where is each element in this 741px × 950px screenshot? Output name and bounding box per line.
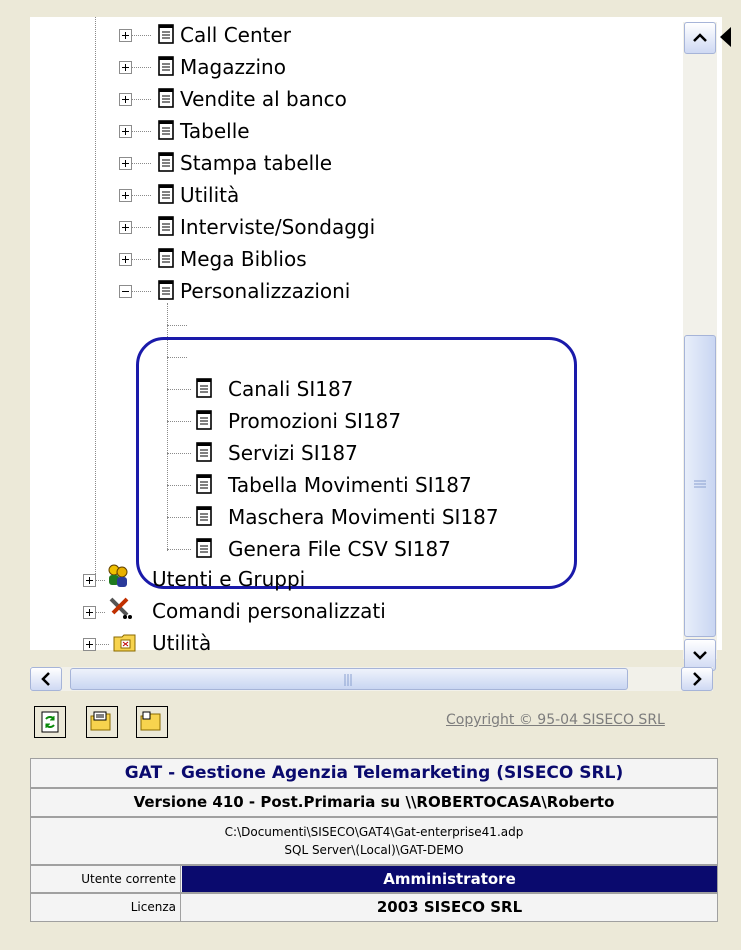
collapse-pane-arrow-icon[interactable] [720,27,731,47]
app-title: GAT - Gestione Agenzia Telemarketing (SI… [30,758,718,788]
license-row: Licenza 2003 SISECO SRL [30,893,718,922]
users-icon [108,564,128,587]
tree-connector [95,17,96,582]
current-user-row: Utente corrente Amministratore [30,865,718,893]
tree-item-label: Magazzino [180,55,286,79]
tree-connector [131,163,151,164]
refresh-icon [41,711,59,733]
tree-connector [95,644,109,645]
grip-icon [344,674,352,686]
tree-item-label: Call Center [180,23,292,47]
form-icon [196,378,212,398]
tree-connector [131,227,151,228]
tree-connector [95,580,105,581]
vertical-scrollbar[interactable] [683,22,717,671]
open-folder-icon [90,711,111,731]
form-icon [158,120,174,140]
version-text: Versione 410 - Post.Primaria su \\ROBERT… [30,788,718,817]
tree-item-label: Utilità [152,631,212,655]
tree-connector [167,549,191,550]
user-label: Utente corrente [31,866,181,892]
tree-connector [131,131,151,132]
user-value: Amministratore [182,866,717,892]
database-path: C:\Documenti\SISECO\GAT4\Gat-enterprise4… [30,817,718,865]
chevron-up-icon [693,33,707,42]
tree-item-label: Promozioni SI187 [228,409,402,433]
form-icon [158,56,174,76]
scroll-right-button[interactable] [681,667,713,691]
refresh-button[interactable] [34,706,66,738]
tree-item-label: Canali SI187 [228,377,354,401]
chevron-left-icon [41,672,50,686]
vertical-scroll-thumb[interactable] [684,335,716,637]
tree-connector [167,389,191,390]
tree-item-label: Stampa tabelle [180,151,333,175]
folder-icon [140,711,161,731]
tree-item-label: Utilità [180,183,240,207]
tree-connector [167,453,191,454]
expand-all-button[interactable] [86,706,118,738]
form-icon [196,506,212,526]
scroll-up-button[interactable] [684,22,716,54]
tree-item-label: Servizi SI187 [228,441,358,465]
tree-connector [131,67,151,68]
tree-item-label: Vendite al banco [180,87,347,111]
form-icon [158,248,174,268]
tree-connector [167,421,191,422]
tree-connector [95,612,105,613]
tree-connector [167,517,191,518]
tree-item-label: Utenti e Gruppi [152,567,306,591]
tree-connector [131,35,151,36]
chevron-down-icon [693,651,707,660]
tree-connector [131,259,151,260]
horizontal-scrollbar[interactable] [30,667,713,691]
server-line: SQL Server\(Local)\GAT-DEMO [284,843,464,857]
tree-item-label: Personalizzazioni [180,279,351,303]
form-icon [196,442,212,462]
form-icon [158,216,174,236]
tree-item-label: Maschera Movimenti SI187 [228,505,499,529]
copyright-link[interactable]: Copyright © 95-04 SISECO SRL [446,712,665,728]
folder-icon [113,634,136,652]
form-icon [196,474,212,494]
tree-connector [131,195,151,196]
tree-connector [167,485,191,486]
license-value: 2003 SISECO SRL [376,898,523,916]
license-label: Licenza [31,894,181,921]
grip-icon [694,480,706,488]
tree-item-label: Tabella Movimenti SI187 [228,473,472,497]
form-icon [158,184,174,204]
tree-connector [131,291,151,292]
horizontal-scroll-thumb[interactable] [70,668,628,690]
form-icon [158,88,174,108]
chevron-right-icon [693,672,702,686]
tree-connector [167,325,187,326]
tools-icon [109,597,132,619]
scroll-left-button[interactable] [30,667,62,691]
tree-item-label: Mega Biblios [180,247,307,271]
collapse-all-button[interactable] [136,706,168,738]
tree-item-label: Tabelle [180,119,250,143]
tree-panel: Call Center Magazzino Vendite al banco T… [30,17,722,655]
form-icon [196,410,212,430]
form-icon [196,538,212,558]
form-icon [158,24,174,44]
form-icon [158,152,174,172]
tree-item-label: Comandi personalizzati [152,599,386,623]
tree-connector [131,99,151,100]
tree-item-label: Interviste/Sondaggi [180,215,376,239]
path-line: C:\Documenti\SISECO\GAT4\Gat-enterprise4… [224,825,524,839]
form-icon [158,280,174,300]
tree-item-label: Genera File CSV SI187 [228,537,451,561]
